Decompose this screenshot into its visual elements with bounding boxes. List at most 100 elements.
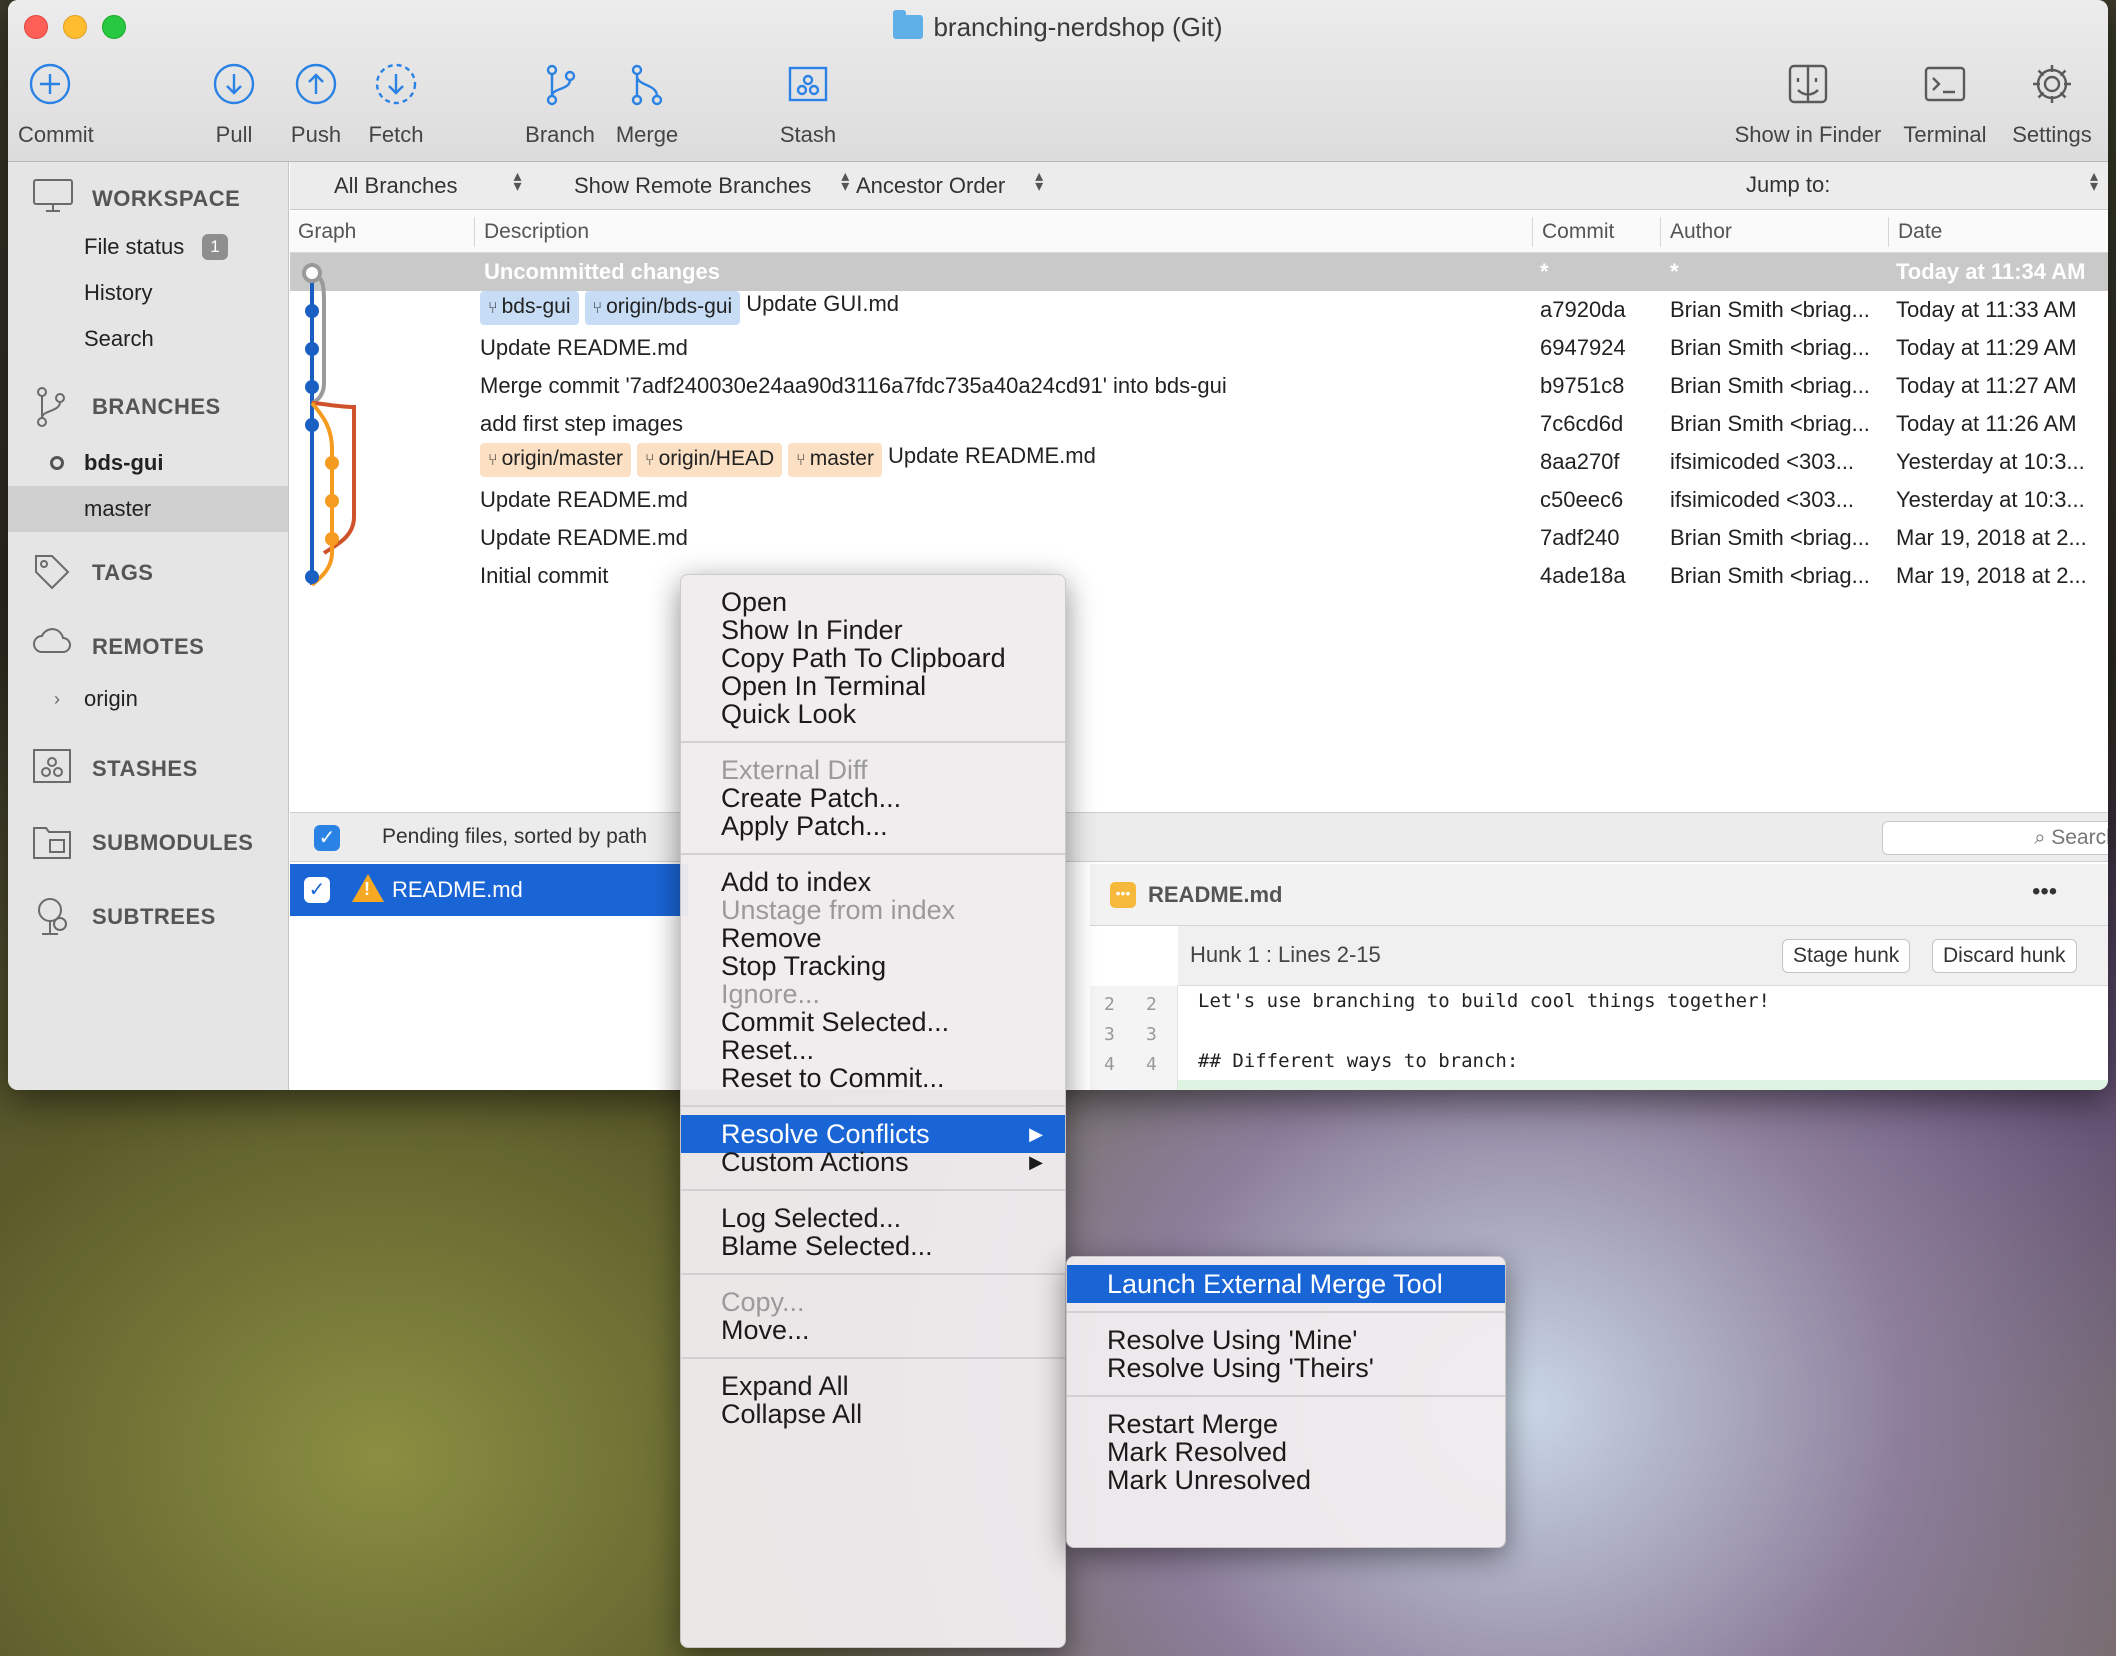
commit-commit: 8aa270f: [1540, 449, 1620, 474]
commit-list-header: Graph Description Commit Author Date: [290, 211, 2108, 253]
commit-author: ifsimicoded <303...: [1670, 487, 1855, 512]
sidebar-tags-header[interactable]: TAGS: [32, 555, 153, 590]
commit-date: Yesterday at 10:3...: [1896, 487, 2085, 512]
terminal-button[interactable]: Terminal: [1898, 62, 1992, 148]
fetch-button[interactable]: Fetch: [364, 62, 428, 148]
resolve-conflicts-submenu: Launch External Merge Tool Resolve Using …: [1066, 1256, 1506, 1548]
menu-item-custom-actions[interactable]: Custom Actions ▶: [681, 1143, 1065, 1181]
select-all-checkbox[interactable]: ✓: [314, 825, 340, 851]
diff-added-line: [1178, 1080, 2108, 1090]
commit-description: ⑂ origin/master ⑂ origin/HEAD ⑂ master Update …: [480, 443, 1096, 477]
more-options-icon[interactable]: •••: [2032, 878, 2057, 906]
sidebar-item-bds-gui[interactable]: bds-gui: [8, 440, 288, 486]
menu-separator: [681, 1189, 1065, 1191]
updown-chevron-icon: ▴ ▾: [513, 168, 522, 195]
column-description[interactable]: Description: [484, 220, 589, 244]
show-in-finder-button[interactable]: Show in Finder: [1726, 62, 1890, 148]
table-row[interactable]: Update README.md c50eec6 ifsimicoded <303.…: [290, 481, 2108, 519]
commit-commit: c50eec6: [1540, 487, 1624, 512]
table-row[interactable]: Update README.md 6947924 Brian Smith <bria…: [290, 329, 2108, 367]
menu-item-reset-to-commit[interactable]: Reset to Commit...: [681, 1059, 1065, 1097]
table-row[interactable]: ⑂ bds-gui ⑂ origin/bds-gui Update GUI.md a792…: [290, 291, 2108, 329]
sidebar-subtrees-header[interactable]: SUBTREES: [32, 898, 216, 935]
branch-tag[interactable]: ⑂ master: [788, 443, 882, 477]
sidebar-stashes-header[interactable]: STASHES: [32, 749, 198, 783]
commit-commit: 7adf240: [1540, 525, 1620, 550]
context-menu: Open Show In Finder Copy Path To Clipboard…: [680, 574, 1066, 1648]
sidebar-item-history[interactable]: History: [8, 270, 288, 316]
table-row-uncommitted[interactable]: Uncommitted changes * * Today at 11:34 A…: [290, 253, 2108, 291]
commit-graph: [302, 263, 356, 587]
menu-item-collapse-all[interactable]: Collapse All: [681, 1395, 1065, 1433]
commit-author: Brian Smith <briag...: [1670, 563, 1870, 588]
column-author[interactable]: Author: [1670, 220, 1732, 244]
branch-filter-select[interactable]: All Branches ▴ ▾: [334, 168, 522, 199]
file-status-count-badge: 1: [202, 234, 228, 260]
menu-separator: [681, 1273, 1065, 1275]
fetch-icon: [364, 62, 428, 108]
pull-icon: [210, 62, 258, 108]
file-checkbox[interactable]: ✓: [304, 877, 330, 903]
commit-button[interactable]: Commit: [18, 62, 94, 148]
menu-item-move[interactable]: Move...: [681, 1311, 1065, 1349]
diff-gutter: 234 234: [1090, 986, 1178, 1090]
remote-branches-select[interactable]: Show Remote Branches ▴ ▾: [574, 169, 849, 199]
sidebar-item-file-status[interactable]: File status 1: [8, 224, 288, 270]
branch-icon: ⑂: [488, 452, 498, 469]
table-row[interactable]: Update README.md 7adf240 Brian Smith <bria…: [290, 519, 2108, 557]
subtree-icon: [38, 898, 67, 935]
table-row[interactable]: Initial commit 4ade18a Brian Smith <briag.…: [290, 557, 2108, 595]
branch-icon: ⑂: [488, 300, 498, 317]
menu-separator: [681, 741, 1065, 743]
column-commit[interactable]: Commit: [1542, 220, 1614, 244]
commit-author: Brian Smith <briag...: [1670, 411, 1870, 436]
merge-button[interactable]: Merge: [612, 62, 682, 148]
branch-tag[interactable]: ⑂ origin/bds-gui: [584, 291, 741, 325]
branch-icon: ⑂: [645, 452, 655, 469]
menu-item-apply-patch[interactable]: Apply Patch...: [681, 807, 1065, 845]
commit-author: Brian Smith <briag...: [1670, 373, 1870, 398]
branch-tag[interactable]: ⑂ bds-gui: [480, 291, 579, 325]
jump-to-select[interactable]: ▴ ▾: [2074, 169, 2098, 199]
table-row[interactable]: add first step images 7c6cd6d Brian Smith …: [290, 405, 2108, 443]
menu-item-blame-selected[interactable]: Blame Selected...: [681, 1227, 1065, 1265]
table-row[interactable]: ⑂ origin/master ⑂ origin/HEAD ⑂ master Update …: [290, 443, 2108, 481]
branch-icon: ⑂: [796, 452, 806, 469]
order-select[interactable]: Ancestor Order ▴ ▾: [856, 169, 1043, 199]
discard-hunk-button[interactable]: Discard hunk: [1932, 939, 2077, 973]
stage-hunk-button[interactable]: Stage hunk: [1782, 939, 1911, 973]
branch-tag[interactable]: ⑂ origin/HEAD: [637, 443, 783, 477]
sidebar: WORKSPACE File status 1 History Search BR…: [8, 162, 289, 1090]
stash-icon: [776, 62, 840, 108]
menu-item-resolve-using-theirs[interactable]: Resolve Using 'Theirs': [1067, 1349, 1505, 1387]
branch-icon: ⑂: [592, 300, 603, 317]
settings-button[interactable]: Settings: [2004, 62, 2100, 148]
diff-line: ## Different ways to branch:: [1198, 1050, 1519, 1072]
sidebar-item-search[interactable]: Search: [8, 316, 288, 362]
menu-item-launch-external-merge-tool[interactable]: Launch External Merge Tool: [1067, 1265, 1505, 1303]
search-input[interactable]: ⌕ Search: [1882, 821, 2108, 855]
column-graph[interactable]: Graph: [298, 220, 356, 244]
search-icon: ⌕: [2034, 827, 2046, 849]
commit-date: Yesterday at 10:3...: [1896, 449, 2085, 474]
sidebar-branches-header[interactable]: BRANCHES: [32, 387, 221, 427]
menu-item-quick-look[interactable]: Quick Look: [681, 695, 1065, 733]
pending-files-bar: ✓ Pending files, sorted by path ⌕ Search…: [290, 812, 2108, 862]
file-row-readme[interactable]: ✓ ! README.md: [290, 864, 688, 916]
branch-tag[interactable]: ⑂ origin/master: [480, 443, 631, 477]
sidebar-workspace-header[interactable]: WORKSPACE: [32, 179, 240, 212]
menu-item-mark-unresolved[interactable]: Mark Unresolved: [1067, 1461, 1505, 1499]
merge-icon: [612, 62, 682, 108]
stash-button[interactable]: Stash: [776, 62, 840, 148]
pull-button[interactable]: Pull: [210, 62, 258, 148]
table-row[interactable]: Merge commit '7adf240030e24aa90d3116a7fd…: [290, 367, 2108, 405]
sidebar-item-master[interactable]: master: [8, 486, 288, 532]
sidebar-remotes-header[interactable]: REMOTES: [32, 628, 204, 660]
branch-button[interactable]: Branch: [522, 62, 598, 148]
current-branch-icon: [50, 456, 64, 470]
sidebar-submodules-header[interactable]: SUBMODULES: [32, 827, 253, 859]
push-icon: [288, 62, 344, 108]
column-date[interactable]: Date: [1898, 220, 1942, 244]
push-button[interactable]: Push: [288, 62, 344, 148]
sidebar-item-origin[interactable]: › origin: [8, 676, 288, 722]
